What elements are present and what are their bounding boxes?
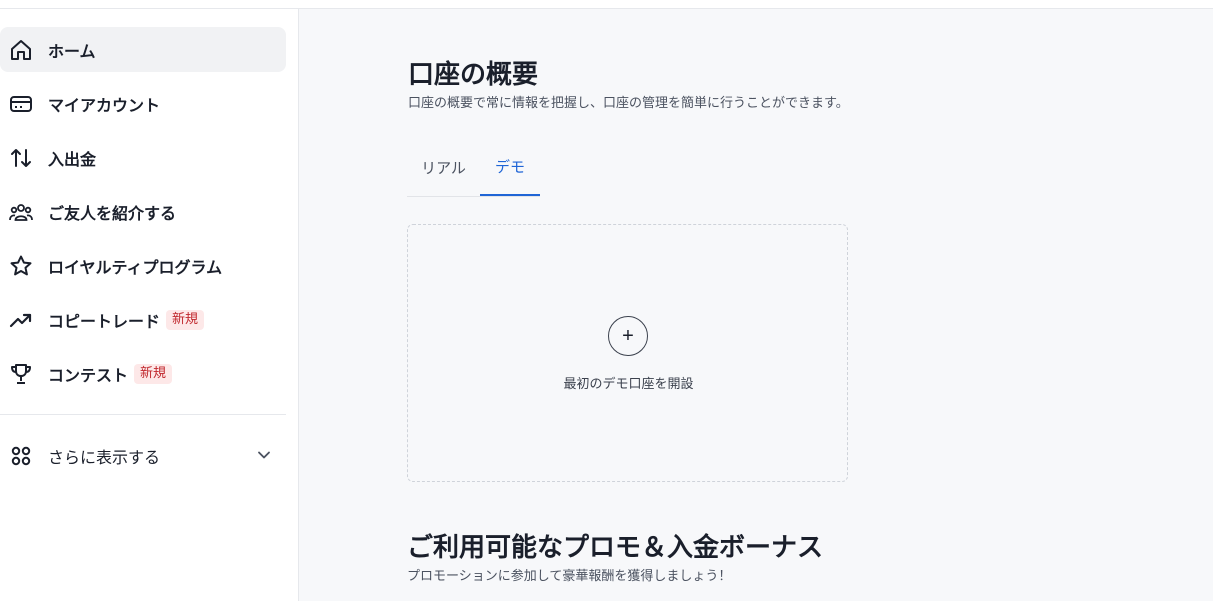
sidebar-item-label: コンテスト — [48, 365, 129, 385]
top-bar — [0, 0, 1213, 9]
transfer-arrows-icon — [8, 145, 34, 171]
wallet-icon — [8, 91, 34, 117]
sidebar-item-label: コピートレード — [48, 311, 161, 331]
page-title: 口座の概要 — [408, 60, 539, 90]
sidebar-item-label: ホーム — [48, 41, 96, 61]
plus-icon: + — [622, 324, 634, 347]
sidebar-item-contest[interactable]: コンテスト 新規 — [0, 351, 286, 396]
main-content: 口座の概要 口座の概要で常に情報を把握し、口座の管理を簡単に行うことができます。… — [300, 9, 1213, 601]
sidebar-item-deposit-withdraw[interactable]: 入出金 — [0, 135, 286, 180]
show-more-label: さらに表示する — [48, 447, 161, 467]
trending-up-icon — [8, 307, 34, 333]
sidebar-item-loyalty-program[interactable]: ロイヤルティプログラム — [0, 243, 286, 288]
sidebar-item-label: マイアカウント — [48, 95, 161, 115]
sidebar-divider — [0, 414, 286, 415]
users-icon — [8, 199, 34, 225]
sidebar-item-refer-friend[interactable]: ご友人を紹介する — [0, 189, 286, 234]
tab-real[interactable]: リアル — [407, 139, 480, 195]
account-type-tabs: リアル デモ — [407, 139, 540, 197]
promo-section-subtitle: プロモーションに参加して豪華報酬を獲得しましょう！ — [407, 569, 732, 584]
grid-icon — [8, 443, 34, 469]
sidebar-item-label: 入出金 — [48, 149, 97, 169]
new-badge: 新規 — [166, 309, 205, 330]
show-more-button[interactable]: さらに表示する — [0, 433, 286, 478]
home-icon — [8, 37, 34, 63]
sidebar-item-label: ロイヤルティプログラム — [48, 257, 223, 277]
chevron-down-icon[interactable] — [254, 445, 274, 465]
new-badge: 新規 — [134, 363, 173, 384]
sidebar-item-home[interactable]: ホーム — [0, 27, 286, 72]
open-demo-account-label: 最初のデモ口座を開設 — [563, 377, 694, 392]
sidebar-item-label: ご友人を紹介する — [48, 203, 177, 223]
page-subtitle: 口座の概要で常に情報を把握し、口座の管理を簡単に行うことができます。 — [408, 96, 849, 111]
trophy-icon — [8, 361, 34, 387]
star-icon — [8, 253, 34, 279]
open-demo-account-card[interactable]: + 最初のデモ口座を開設 — [407, 224, 848, 482]
sidebar-item-copy-trade[interactable]: コピートレード 新規 — [0, 297, 286, 342]
sidebar-item-my-account[interactable]: マイアカウント — [0, 81, 286, 126]
add-account-button[interactable]: + — [608, 316, 648, 356]
tab-demo[interactable]: デモ — [480, 139, 540, 196]
sidebar: ホーム マイアカウント 入出金 ご友人を紹介する ロイヤルティプログラム コピー… — [0, 9, 299, 601]
promo-section-title: ご利用可能なプロモ＆入金ボーナス — [407, 533, 824, 563]
